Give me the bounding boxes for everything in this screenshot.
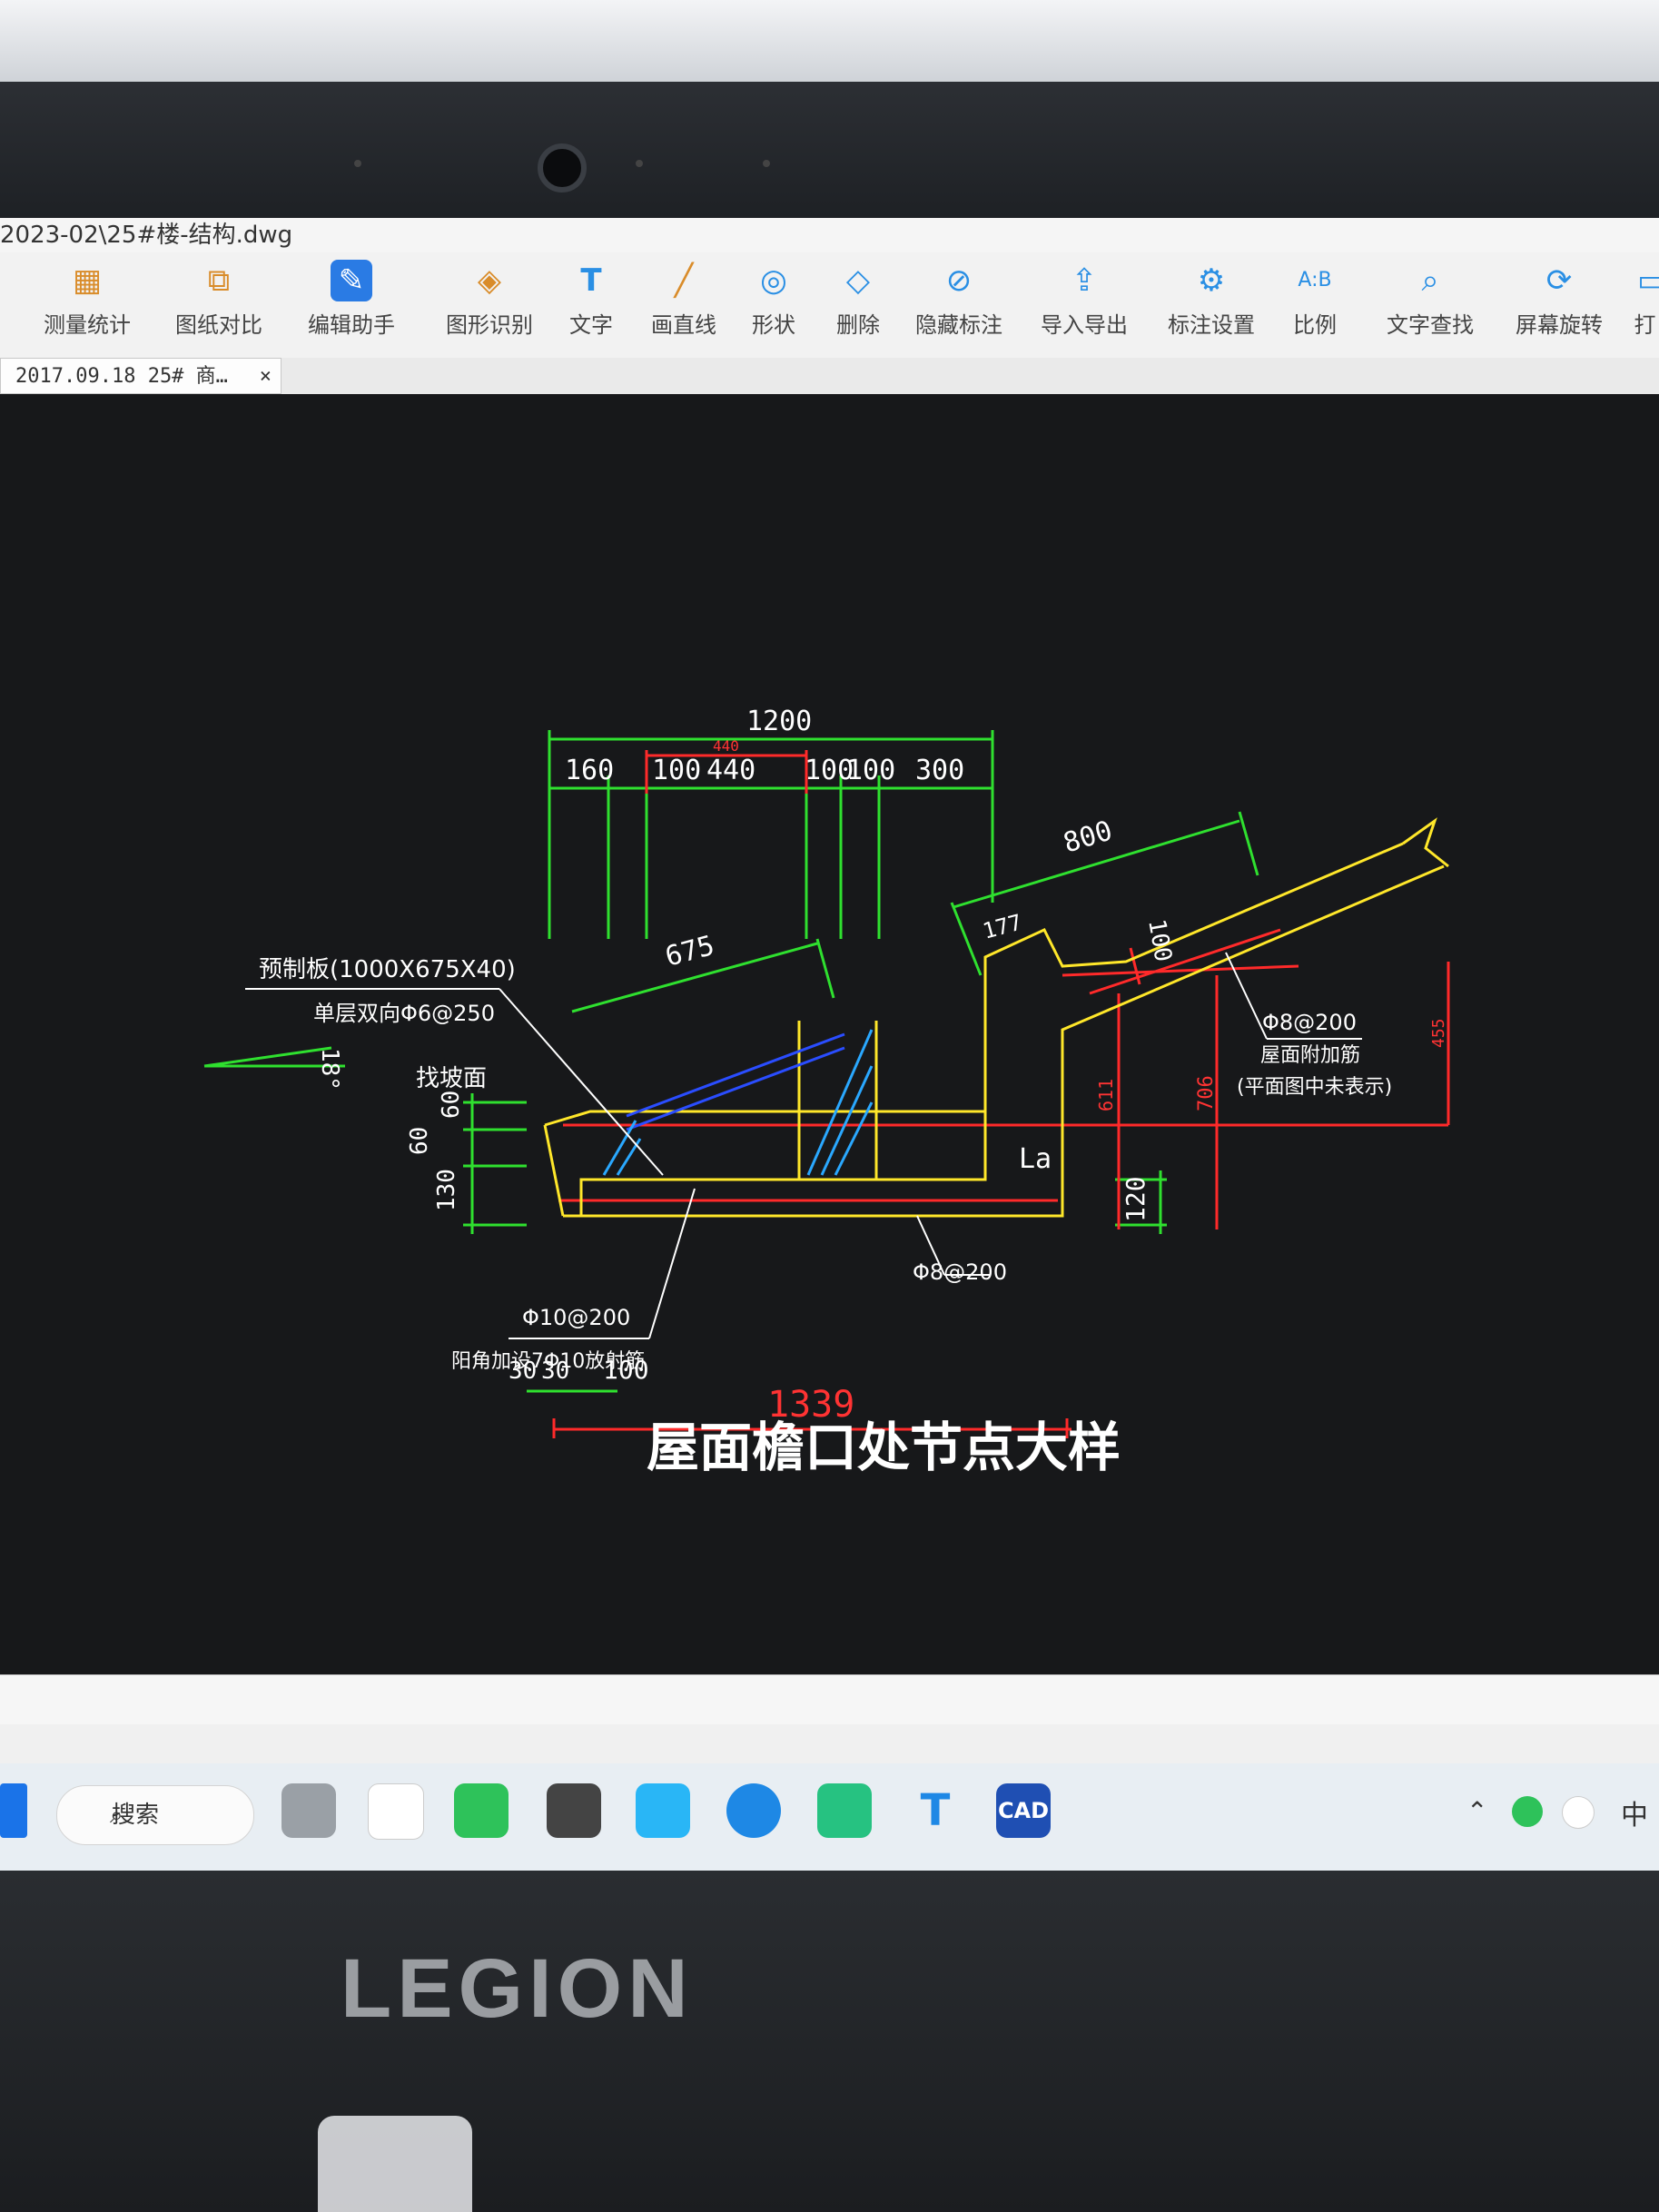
text-app-icon[interactable]: T — [908, 1783, 963, 1838]
dim-675: 675 — [662, 930, 717, 973]
scale-icon: A:B — [1298, 269, 1332, 291]
note-precast-slab: 预制板(1000X675X40) — [259, 956, 516, 983]
tool-text-search[interactable]: ⌕ 文字查找 — [1380, 260, 1480, 351]
laptop-screen: 2023-02\25#楼-结构.dwg ▦ 测量统计 ⧉ 图纸对比 ✎ 编辑助手 ◈ 图… — [0, 218, 1659, 1871]
drawing-canvas[interactable]: 1200 440 160 100 440 100 100 300 800 675… — [0, 394, 1659, 1674]
brand-logo: LEGION — [341, 1942, 694, 2035]
import-export-icon: ⇪ — [1071, 262, 1098, 299]
tool-scale[interactable]: A:B 比例 — [1288, 260, 1342, 351]
eraser-icon: ◇ — [845, 262, 871, 299]
document-tab[interactable]: 2017.09.18 25# 商… × — [0, 358, 281, 394]
close-icon[interactable]: × — [260, 359, 272, 395]
edge-icon[interactable] — [726, 1783, 781, 1838]
taskbar-search[interactable]: ⌕ 搜索 — [56, 1785, 254, 1845]
compare-icon: ⧉ — [207, 262, 231, 299]
measure-icon: ▦ — [72, 262, 103, 299]
window-title: 2023-02\25#楼-结构.dwg — [0, 218, 1659, 252]
tool-delete[interactable]: ◇ 删除 — [826, 260, 890, 351]
bezel-dot — [763, 160, 770, 167]
chevron-up-icon[interactable]: ⌃ — [1466, 1798, 1494, 1825]
cad-drawing: 1200 440 160 100 440 100 100 300 800 675… — [203, 706, 1450, 1478]
dim-440: 440 — [706, 755, 755, 786]
tool-shape-recognize[interactable]: ◈ 图形识别 — [439, 260, 539, 351]
tool-edit-assistant[interactable]: ✎ 编辑助手 — [301, 260, 401, 351]
note-rebar-phi6: 单层双向Φ6@250 — [313, 1001, 495, 1026]
laptop-bottom-bezel — [0, 1871, 1659, 2212]
tool-rotate-screen[interactable]: ⟳ 屏幕旋转 — [1509, 260, 1609, 351]
dim-60b: 60 — [406, 1127, 433, 1155]
wechat-icon[interactable] — [454, 1783, 509, 1838]
dim-100c: 100 — [846, 755, 895, 786]
dim-440-top: 440 — [713, 737, 739, 755]
dim-130: 130 — [433, 1169, 460, 1211]
tab-label: 2017.09.18 25# 商… — [15, 365, 228, 388]
dim-800: 800 — [1060, 815, 1116, 859]
hide-annotation-icon: ⊘ — [945, 262, 973, 299]
horizontal-scrollbar[interactable] — [0, 1674, 1659, 1724]
tool-text[interactable]: T 文字 — [559, 260, 623, 351]
drawing-title: 屋面檐口处节点大样 — [647, 1417, 1121, 1478]
dim-angle: 18° — [316, 1048, 343, 1091]
edit-assistant-icon: ✎ — [331, 260, 372, 301]
background-wall — [0, 0, 1659, 82]
text-search-icon: ⌕ — [1421, 262, 1439, 299]
windows-start-icon[interactable] — [0, 1783, 27, 1838]
tool-measure-stats[interactable]: ▦ 测量统计 — [33, 260, 142, 351]
cad-app-icon[interactable]: CAD — [996, 1783, 1051, 1838]
dim-455: 455 — [1429, 1018, 1448, 1048]
dim-160: 160 — [565, 755, 614, 786]
foreground-object — [318, 2116, 472, 2212]
search-icon: ⌕ — [110, 1802, 123, 1829]
blue-precast-slab — [626, 1032, 845, 1131]
media-player-icon[interactable] — [636, 1783, 690, 1838]
dim-la: La — [1019, 1143, 1052, 1175]
document-tab-bar: 2017.09.18 25# 商… × — [0, 358, 1659, 394]
shape-icon: ◎ — [760, 262, 787, 299]
qq-icon[interactable] — [368, 1783, 424, 1840]
dim-177: 177 — [980, 910, 1024, 944]
annotation-settings-icon: ⚙ — [1197, 262, 1226, 299]
line-icon: ╱ — [674, 262, 694, 299]
shape-recognize-icon: ◈ — [477, 262, 502, 299]
dim-1200: 1200 — [746, 706, 812, 737]
rotate-screen-icon: ⟳ — [1545, 262, 1573, 299]
cad-toolbar: ▦ 测量统计 ⧉ 图纸对比 ✎ 编辑助手 ◈ 图形识别 T 文字 ╱ 画直线 ◎ 形状 ◇ 删除… — [0, 252, 1659, 359]
tool-print[interactable]: ▭ 打 — [1631, 260, 1659, 351]
dim-120: 120 — [1121, 1176, 1150, 1222]
browser-icon[interactable] — [547, 1783, 601, 1838]
note-additional-rebar: 屋面附加筋 — [1260, 1044, 1360, 1067]
note-slope-surface: 找坡面 — [416, 1065, 487, 1092]
windows-taskbar: ⌕ 搜索 T CAD ⌃ 中 — [0, 1763, 1659, 1871]
laptop-top-bezel — [0, 82, 1659, 227]
dim-60a: 60 — [438, 1091, 465, 1119]
task-view-icon[interactable] — [281, 1783, 336, 1838]
tool-shape[interactable]: ◎ 形状 — [746, 260, 801, 351]
webcam — [538, 143, 587, 193]
tray-qq-icon[interactable] — [1562, 1796, 1595, 1829]
note-radial-rebar: 阳角加设7Φ10放射筋 — [451, 1350, 645, 1373]
note-not-shown: (平面图中未表示) — [1237, 1076, 1392, 1099]
iqiyi-icon[interactable] — [817, 1783, 872, 1838]
dim-706: 706 — [1195, 1075, 1218, 1111]
dim-100d: 100 — [1142, 917, 1177, 963]
dim-100a: 100 — [652, 755, 701, 786]
note-phi8-bottom: Φ8@200 — [913, 1259, 1007, 1285]
ime-indicator[interactable]: 中 — [1621, 1792, 1659, 1832]
tray-wechat-icon[interactable] — [1512, 1796, 1543, 1827]
tool-annotation-settings[interactable]: ⚙ 标注设置 — [1166, 260, 1257, 351]
tool-compare[interactable]: ⧉ 图纸对比 — [169, 260, 269, 351]
bezel-dot — [636, 160, 643, 167]
print-icon: ▭ — [1636, 262, 1659, 299]
dim-611: 611 — [1095, 1079, 1117, 1111]
tool-draw-line[interactable]: ╱ 画直线 — [643, 260, 725, 351]
bezel-dot — [354, 160, 361, 167]
note-phi10: Φ10@200 — [522, 1305, 630, 1330]
tool-import-export[interactable]: ⇪ 导入导出 — [1039, 260, 1130, 351]
tool-hide-annotation[interactable]: ⊘ 隐藏标注 — [913, 260, 1004, 351]
note-phi8-top: Φ8@200 — [1262, 1010, 1357, 1035]
dim-300: 300 — [915, 755, 964, 786]
text-icon: T — [580, 262, 602, 299]
